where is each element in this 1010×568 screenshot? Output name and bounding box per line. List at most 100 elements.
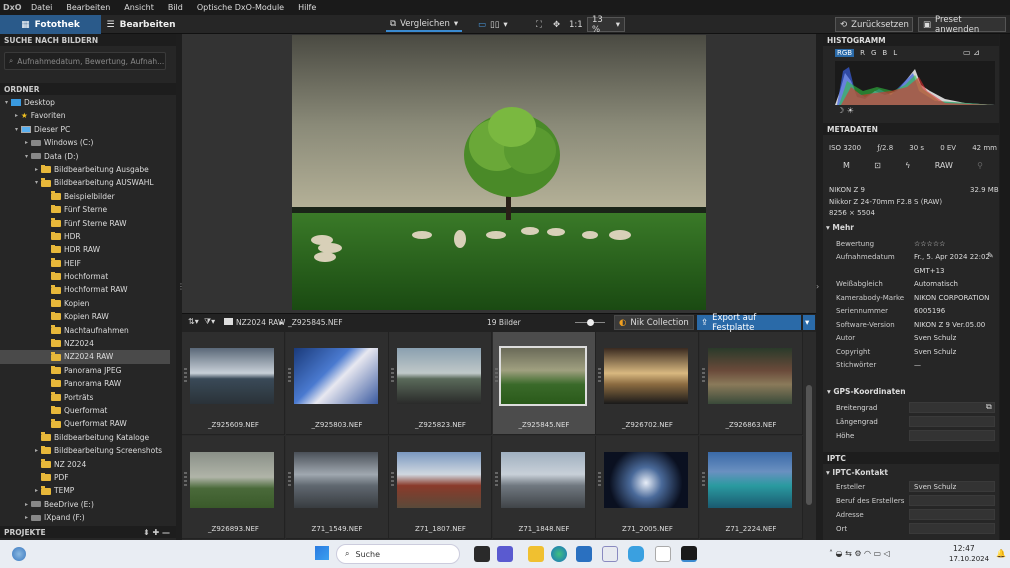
tree-item[interactable]: Kopien RAW [0, 310, 170, 323]
drag-handle-icon[interactable] [494, 472, 498, 488]
tree-item[interactable]: Panorama JPEG [0, 364, 170, 377]
search-input[interactable]: ⌕ Aufnahmedatum, Bewertung, Aufnah... [4, 52, 166, 70]
move-icon[interactable]: ✥ [549, 17, 564, 32]
thumbnail[interactable]: _Z925803.NEF [285, 332, 389, 435]
store-icon[interactable] [576, 546, 592, 562]
menu-bearbeiten[interactable]: Bearbeiten [59, 3, 117, 12]
chevron-icon[interactable]: ▸ [22, 511, 31, 524]
nik-collection-button[interactable]: ◐ Nik Collection [614, 315, 694, 330]
slider-handle[interactable] [587, 319, 594, 326]
iptc-field[interactable] [909, 523, 995, 534]
tree-item[interactable]: ▸ IXpand (F:) [0, 511, 170, 524]
drag-handle-icon[interactable] [701, 472, 705, 488]
monitor-icon[interactable]: ▭ ⊿ [963, 48, 980, 57]
tree-item[interactable]: ▸ Bildbearbeitung Ausgabe [0, 163, 170, 176]
metadata-value[interactable]: ☆☆☆☆☆ [914, 240, 945, 248]
collapse-right-icon[interactable]: › [816, 282, 819, 291]
filter-icon[interactable]: ⧩▾ [204, 317, 215, 327]
chevron-icon[interactable]: ▸ [32, 444, 41, 457]
sort-icon[interactable]: ⇅▾ [188, 317, 199, 326]
chevron-icon[interactable]: ▾ [32, 176, 41, 189]
dxo-photolab-icon[interactable] [681, 546, 697, 562]
drag-handle-icon[interactable] [287, 472, 291, 488]
tree-item[interactable]: HDR RAW [0, 243, 170, 256]
thumbnail[interactable]: Z71_1848.NEF [492, 436, 596, 539]
edit-date-icon[interactable]: ✎ [987, 251, 994, 260]
iptc-field[interactable] [909, 509, 995, 520]
hist-tab-b[interactable]: B [882, 49, 887, 57]
tree-item[interactable]: Beispielbilder [0, 190, 170, 203]
edge-icon[interactable] [551, 546, 567, 562]
iptc-field[interactable]: Sven Schulz [909, 481, 995, 492]
export-button[interactable]: ⇪ Export auf Festplatte [697, 313, 801, 333]
add-project-icon[interactable]: ⇟ ✚ — [143, 528, 170, 537]
tree-item[interactable]: ▾ Desktop [0, 96, 170, 109]
clock-time[interactable]: 12:47 [953, 544, 975, 553]
chevron-icon[interactable]: ▸ [22, 136, 31, 149]
gps-copy-icon[interactable]: ⧉ [986, 402, 992, 412]
right-panel-scrollbar[interactable] [1000, 34, 1010, 540]
tree-item[interactable]: NZ 2024 [0, 458, 170, 471]
tree-item[interactable]: ▸ TEMP [0, 484, 170, 497]
tree-item[interactable]: Bildbearbeitung Kataloge [0, 431, 170, 444]
tree-item[interactable]: ▸ Bildbearbeitung Screenshots [0, 444, 170, 457]
drag-handle-icon[interactable] [287, 368, 291, 384]
chevron-icon[interactable]: ▾ [22, 150, 31, 163]
path-folder[interactable]: NZ2024 RAW [236, 318, 285, 327]
teams-icon[interactable] [497, 546, 513, 562]
thumbnail[interactable]: _Z925609.NEF [182, 332, 285, 435]
view-mode-buttons[interactable]: ▭ ▯▯ ▾ [474, 17, 512, 32]
chevron-icon[interactable]: ▸ [32, 484, 41, 497]
tab-fotothek[interactable]: ▦ Fotothek [0, 15, 101, 34]
gps-altitude-field[interactable] [909, 430, 995, 441]
drag-handle-icon[interactable] [391, 368, 394, 384]
drag-handle-icon[interactable] [184, 472, 187, 488]
preset-button[interactable]: ▣ Preset anwenden [918, 15, 1006, 35]
tree-item[interactable]: ▸ Windows (C:) [0, 136, 170, 149]
tree-item[interactable]: Hochformat RAW [0, 283, 170, 296]
tree-item[interactable]: Fünf Sterne [0, 203, 170, 216]
chevron-icon[interactable]: ▾ [12, 123, 21, 136]
taskview-icon[interactable] [474, 546, 490, 562]
gps-latitude-field[interactable] [909, 402, 995, 413]
hist-tab-g[interactable]: G [871, 49, 876, 57]
thumbnail[interactable]: _Z926863.NEF [699, 332, 803, 435]
explorer-icon[interactable] [528, 546, 544, 562]
tree-item[interactable]: Kopien [0, 297, 170, 310]
thumbnail[interactable]: Z71_1549.NEF [285, 436, 389, 539]
filmstrip-scrollbar[interactable] [806, 385, 812, 505]
more-section-toggle[interactable]: ▾ Mehr [826, 223, 854, 232]
menu-optische-module[interactable]: Optische DxO-Module [190, 3, 291, 12]
tree-item[interactable]: ▾ Dieser PC [0, 123, 170, 136]
tree-item[interactable]: PDF [0, 471, 170, 484]
tree-item[interactable]: Nachtaufnahmen [0, 324, 170, 337]
iptc-contact-toggle[interactable]: ▾ IPTC-Kontakt [826, 468, 888, 477]
hist-tab-rgb[interactable]: RGB [835, 49, 855, 57]
thumbnail[interactable]: Z71_1807.NEF [389, 436, 492, 539]
thumbnail[interactable]: _Z925823.NEF [389, 332, 492, 435]
collapse-left-icon[interactable]: ⋮ [177, 282, 185, 291]
chevron-icon[interactable]: ▸ [32, 163, 41, 176]
chevron-icon[interactable]: ▸ [12, 109, 21, 122]
reset-button[interactable]: ⟲ Zurücksetzen [835, 17, 913, 32]
crop-icon[interactable]: ⛶ [532, 17, 546, 32]
notepad-icon[interactable] [655, 546, 671, 562]
hist-tab-r[interactable]: R [860, 49, 865, 57]
tree-item[interactable]: ▾ Bildbearbeitung AUSWAHL [0, 176, 170, 189]
menu-bild[interactable]: Bild [161, 3, 190, 12]
tray-icons[interactable]: ˄ ◒ ⇆ ⚙ ◠ ▭ ◁ [829, 549, 890, 558]
tree-item[interactable]: Querformat RAW [0, 417, 170, 430]
thumbnail[interactable]: _Z925845.NEF [492, 332, 596, 435]
zoom-select[interactable]: 13 % ▾ [587, 15, 625, 35]
hist-tab-l[interactable]: L [893, 49, 897, 57]
chevron-icon[interactable]: ▸ [22, 498, 31, 511]
thumbnail[interactable]: _Z926893.NEF [182, 436, 285, 539]
shadow-clip-icon[interactable]: ☽ ☀ [837, 106, 854, 115]
zoom-100-button[interactable]: 1:1 [565, 17, 587, 32]
clock-date[interactable]: 17.10.2024 [949, 555, 989, 563]
start-icon[interactable] [315, 546, 329, 560]
main-image[interactable] [292, 35, 706, 310]
tree-item[interactable]: NZ2024 [0, 337, 170, 350]
thumbnail[interactable]: Z71_2005.NEF [596, 436, 699, 539]
tree-item[interactable]: NZ2024 RAW [0, 350, 170, 364]
